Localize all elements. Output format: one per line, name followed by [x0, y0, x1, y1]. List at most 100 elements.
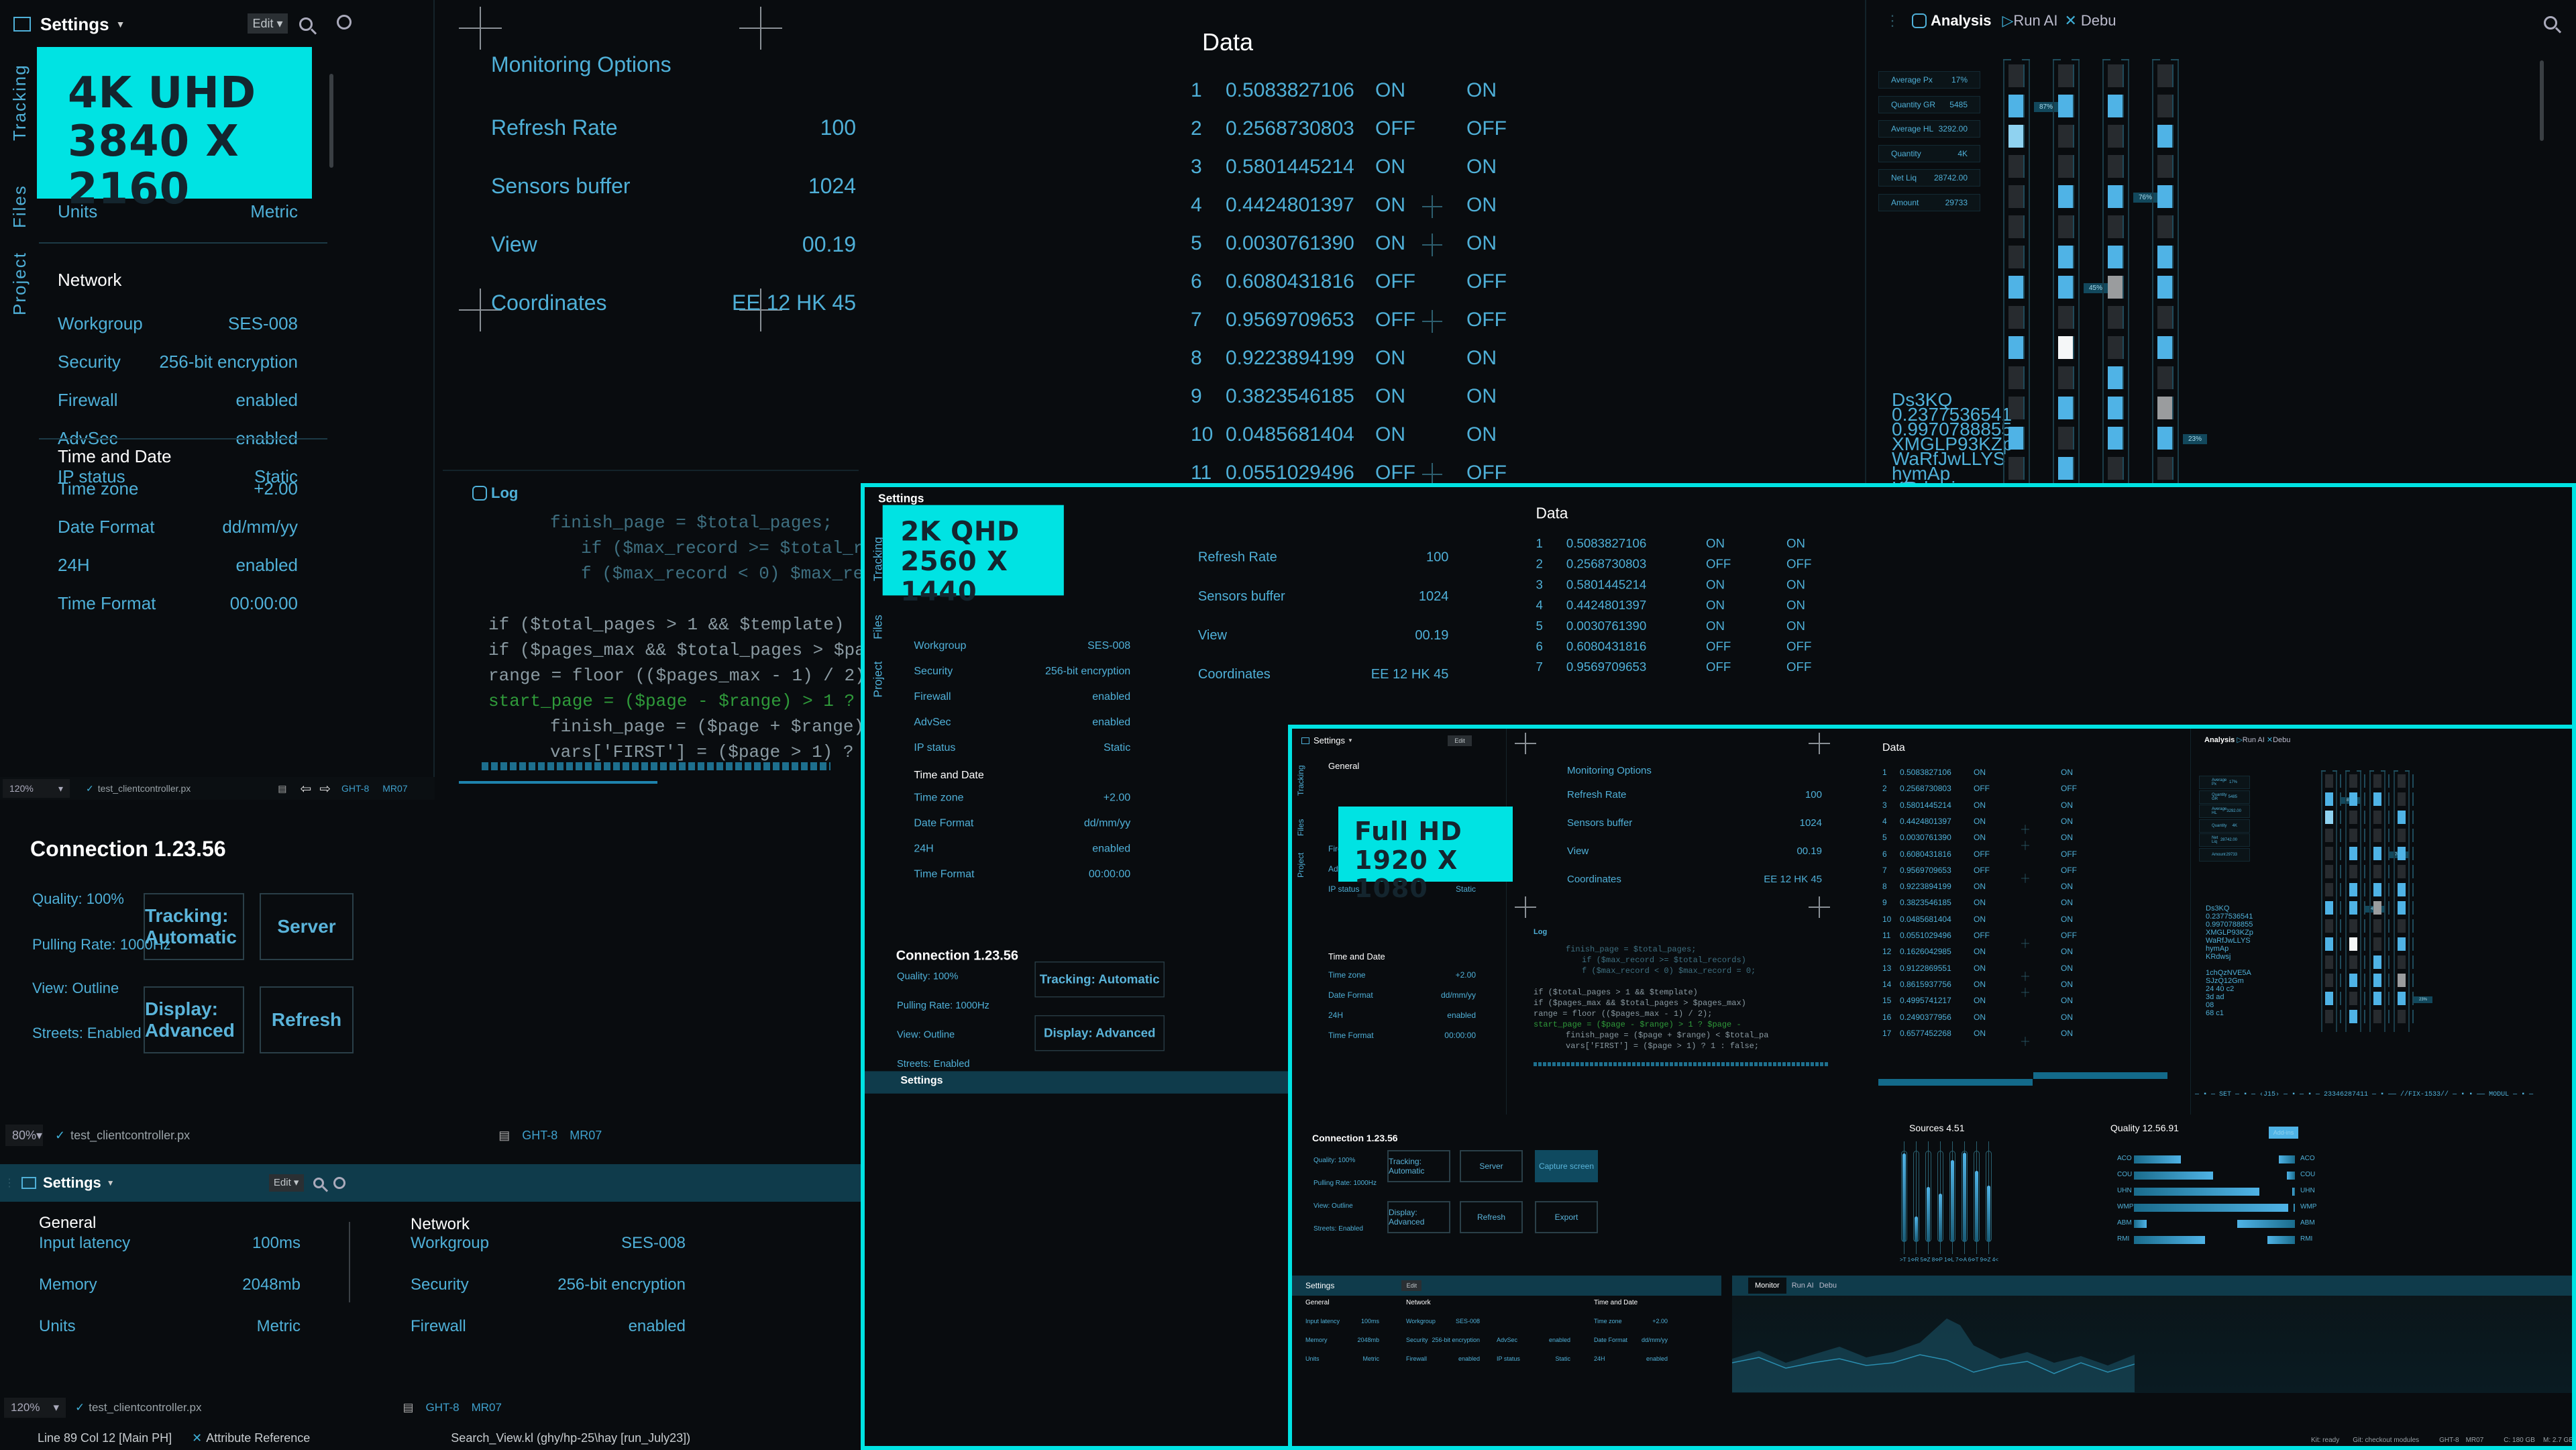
scrollbar[interactable] [329, 74, 333, 168]
tracking-button[interactable]: Tracking: Automatic [1387, 1150, 1450, 1182]
status-cell[interactable] [2325, 829, 2341, 842]
row-state-a[interactable]: ON [1375, 79, 1405, 102]
status-cell[interactable] [2157, 427, 2174, 450]
status-cell[interactable] [2157, 125, 2174, 148]
side-tab-project[interactable]: Project [9, 252, 30, 315]
status-cell[interactable] [2058, 276, 2074, 299]
status-cell[interactable] [2157, 64, 2174, 87]
row-state-b[interactable]: OFF [2061, 849, 2077, 859]
zoom-select[interactable]: 120% ▾ [3, 779, 70, 798]
status-cell[interactable] [2398, 847, 2414, 860]
row-state-b[interactable]: OFF [1466, 270, 1507, 293]
row-state-a[interactable]: ON [1974, 915, 1986, 924]
status-cell[interactable] [2058, 125, 2074, 148]
status-cell[interactable] [2349, 847, 2365, 860]
refresh-button[interactable]: Refresh [1460, 1201, 1523, 1233]
side-tab-files[interactable]: Files [871, 615, 885, 639]
status-cell[interactable] [2108, 215, 2124, 238]
status-cell[interactable] [2373, 792, 2390, 806]
tracking-button[interactable]: Tracking: Automatic [144, 893, 244, 960]
tab-debug[interactable]: Debu [2273, 736, 2290, 744]
row-state-a[interactable]: ON [1974, 882, 1986, 891]
status-cell[interactable] [2398, 919, 2414, 933]
status-cell[interactable] [2373, 955, 2390, 969]
row-state-b[interactable]: ON [1466, 232, 1497, 255]
status-cell[interactable] [2008, 155, 2025, 178]
status-cell[interactable] [2325, 919, 2341, 933]
drag-handle-icon[interactable]: ⋮ [4, 1176, 15, 1190]
status-cell[interactable] [2325, 901, 2341, 915]
status-cell[interactable] [2108, 397, 2124, 419]
search-icon[interactable] [299, 17, 313, 31]
status-cell[interactable] [2398, 937, 2414, 951]
row-state-a[interactable]: OFF [1706, 660, 1731, 674]
status-cell[interactable] [2325, 992, 2341, 1005]
status-cell[interactable] [2349, 974, 2365, 987]
status-cell[interactable] [2325, 792, 2341, 806]
status-cell[interactable] [2157, 155, 2174, 178]
row-state-b[interactable]: ON [1786, 578, 1805, 592]
settings-title[interactable]: Settings [43, 1174, 101, 1192]
status-cell[interactable] [2108, 246, 2124, 268]
status-cell[interactable] [2373, 883, 2390, 896]
status-cell[interactable] [2008, 336, 2025, 359]
row-state-b[interactable]: ON [2061, 817, 2073, 826]
status-cell[interactable] [2349, 919, 2365, 933]
status-cell[interactable] [2325, 974, 2341, 987]
status-cell[interactable] [2398, 811, 2414, 824]
status-cell[interactable] [2058, 215, 2074, 238]
status-cell[interactable] [2058, 155, 2074, 178]
status-cell[interactable] [2108, 336, 2124, 359]
row-state-a[interactable]: OFF [1974, 784, 1990, 793]
status-cell[interactable] [2108, 457, 2124, 480]
arrow-right-icon[interactable]: ⇨ [319, 780, 331, 797]
export-button[interactable]: Export [1535, 1201, 1598, 1233]
row-state-b[interactable]: ON [1786, 598, 1805, 612]
status-cell[interactable] [2157, 276, 2174, 299]
status-cell[interactable] [2373, 865, 2390, 878]
settings-title[interactable]: Settings [1305, 1281, 1334, 1290]
row-state-a[interactable]: ON [1974, 1029, 1986, 1038]
row-state-b[interactable]: ON [1466, 347, 1497, 370]
status-cell[interactable] [2108, 64, 2124, 87]
status-cell[interactable] [2373, 937, 2390, 951]
status-cell[interactable] [2373, 847, 2390, 860]
side-tab-files[interactable]: Files [1296, 819, 1305, 836]
row-state-b[interactable]: OFF [2061, 866, 2077, 875]
add-ins-button[interactable]: Add-ins [2269, 1127, 2298, 1139]
status-cell[interactable] [2157, 246, 2174, 268]
status-cell[interactable] [2008, 246, 2025, 268]
status-cell[interactable] [2349, 883, 2365, 896]
status-cell[interactable] [2058, 306, 2074, 329]
status-cell[interactable] [2349, 1010, 2365, 1023]
status-cell[interactable] [2058, 366, 2074, 389]
tracking-button[interactable]: Tracking: Automatic [1034, 962, 1165, 998]
row-state-b[interactable]: ON [2061, 1029, 2073, 1038]
status-cell[interactable] [2349, 901, 2365, 915]
server-button[interactable]: Server [1460, 1150, 1523, 1182]
tab-monitor[interactable]: Monitor [1748, 1278, 1786, 1294]
status-cell[interactable] [2349, 865, 2365, 878]
status-cell[interactable] [2398, 901, 2414, 915]
tab-debug[interactable]: Debu [1819, 1282, 1837, 1290]
display-button[interactable]: Display: Advanced [1387, 1201, 1450, 1233]
row-state-a[interactable]: ON [1375, 194, 1405, 217]
capture-screen-button[interactable]: Capture screen [1535, 1150, 1598, 1182]
zoom-select[interactable]: 120% ▾ [4, 1398, 66, 1418]
row-state-b[interactable]: ON [2061, 768, 2073, 777]
status-cell[interactable] [2008, 397, 2025, 419]
file-name[interactable]: test_clientcontroller.px [89, 1401, 201, 1414]
status-cell[interactable] [2325, 883, 2341, 896]
status-cell[interactable] [2108, 306, 2124, 329]
status-cell[interactable] [2398, 883, 2414, 896]
status-cell[interactable] [2373, 974, 2390, 987]
file-name[interactable]: test_clientcontroller.px [98, 783, 191, 794]
status-cell[interactable] [2349, 811, 2365, 824]
row-state-a[interactable]: OFF [1375, 462, 1415, 484]
attribute-reference[interactable]: Attribute Reference [206, 1431, 310, 1445]
status-cell[interactable] [2108, 366, 2124, 389]
status-cell[interactable] [2373, 774, 2390, 788]
status-cell[interactable] [2398, 865, 2414, 878]
status-cell[interactable] [2008, 276, 2025, 299]
row-state-b[interactable]: ON [1466, 194, 1497, 217]
